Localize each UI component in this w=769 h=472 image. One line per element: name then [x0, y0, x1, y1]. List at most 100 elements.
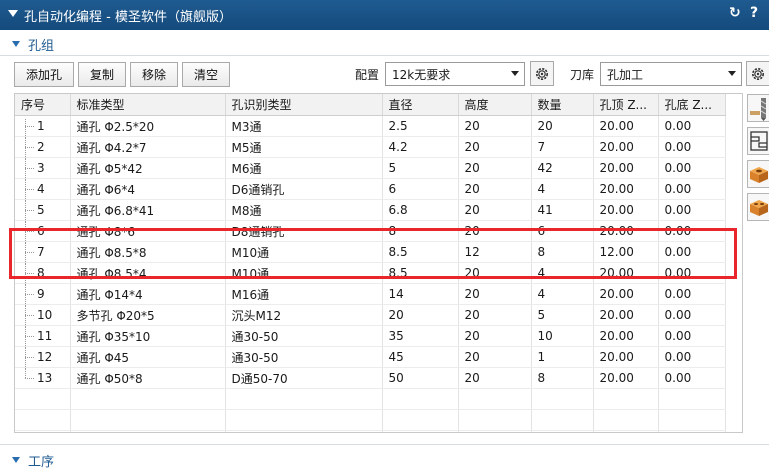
reset-icon[interactable]: ↻ [729, 5, 741, 21]
remove-button[interactable]: 移除 [130, 62, 178, 87]
table-cell[interactable]: 20.00 [593, 157, 659, 179]
table-cell[interactable]: 通30-50 [225, 325, 383, 347]
column-header[interactable]: 孔底 Z... [658, 94, 726, 116]
column-header[interactable]: 数量 [531, 94, 594, 116]
table-cell[interactable]: 0.00 [658, 199, 726, 221]
collapse-triangle-icon[interactable] [8, 10, 18, 17]
table-cell[interactable]: 0.00 [658, 325, 726, 347]
table-cell[interactable]: 20.00 [593, 136, 659, 158]
column-header[interactable]: 直径 [382, 94, 459, 116]
table-cell[interactable]: M5通 [225, 136, 383, 158]
table-cell[interactable]: 通30-50 [225, 346, 383, 368]
table-cell[interactable]: 通孔 Φ8.5*8 [70, 241, 226, 263]
config-select[interactable]: 12k无要求 [385, 62, 525, 86]
copy-button[interactable]: 复制 [78, 62, 126, 87]
table-cell[interactable]: 20 [458, 262, 532, 284]
row-index-cell[interactable]: 2 [15, 136, 71, 158]
table-cell[interactable]: 通孔 Φ2.5*20 [70, 115, 226, 137]
column-header[interactable]: 孔识别类型 [225, 94, 383, 116]
table-cell[interactable]: 20 [458, 367, 532, 389]
row-index-cell[interactable]: 11 [15, 325, 71, 347]
table-cell[interactable]: 6.8 [382, 199, 459, 221]
expand-triangle-icon[interactable] [12, 457, 20, 463]
table-cell[interactable]: 20 [531, 115, 594, 137]
table-row[interactable]: 2 通孔 Φ4.2*7 M5通 4.2 20 7 20.00 0.00 [15, 136, 726, 158]
expand-triangle-icon[interactable] [12, 41, 20, 47]
hole-table[interactable]: 序号 标准类型 孔识别类型 直径 高度 数量 孔顶 Z... 孔底 Z... 1 通孔 Φ2.5… [14, 93, 743, 433]
table-cell[interactable]: 20.00 [593, 367, 659, 389]
row-index-cell[interactable]: 9 [15, 283, 71, 305]
table-row[interactable]: 1 通孔 Φ2.5*20 M3通 2.5 20 20 20.00 0.00 [15, 115, 726, 137]
table-cell[interactable]: 45 [382, 346, 459, 368]
table-cell[interactable]: 8 [531, 241, 594, 263]
table-cell[interactable]: 20 [458, 283, 532, 305]
table-cell[interactable]: 8.5 [382, 262, 459, 284]
table-cell[interactable]: 20.00 [593, 199, 659, 221]
table-cell[interactable]: 12 [458, 241, 532, 263]
row-index-cell[interactable]: 4 [15, 178, 71, 200]
table-cell[interactable]: 20 [458, 304, 532, 326]
tool-library-settings-button[interactable] [746, 61, 769, 86]
table-cell[interactable]: 0.00 [658, 241, 726, 263]
column-header[interactable]: 高度 [458, 94, 532, 116]
column-header[interactable]: 孔顶 Z... [593, 94, 659, 116]
table-cell[interactable]: 7 [531, 136, 594, 158]
section-hole-group[interactable]: 孔组 [0, 32, 769, 56]
tool-library-select[interactable]: 孔加工 [600, 62, 742, 86]
table-cell[interactable]: 0.00 [658, 262, 726, 284]
table-cell[interactable]: 1 [531, 346, 594, 368]
table-cell[interactable]: 8 [382, 220, 459, 242]
table-cell[interactable]: 42 [531, 157, 594, 179]
row-index-cell[interactable]: 1 [15, 115, 71, 137]
table-cell[interactable]: M6通 [225, 157, 383, 179]
table-cell[interactable]: 6 [382, 178, 459, 200]
table-cell[interactable]: 通孔 Φ50*8 [70, 367, 226, 389]
side-tool-drill[interactable] [747, 94, 769, 122]
table-row[interactable]: 6 通孔 Φ8*6 D8通销孔 8 20 6 20.00 0.00 [15, 220, 726, 242]
table-cell[interactable]: 20 [458, 325, 532, 347]
row-index-cell[interactable]: 5 [15, 199, 71, 221]
table-cell[interactable]: 0.00 [658, 220, 726, 242]
table-cell[interactable]: 4 [531, 283, 594, 305]
row-index-cell[interactable]: 7 [15, 241, 71, 263]
table-cell[interactable]: 通孔 Φ8.5*4 [70, 262, 226, 284]
config-settings-button[interactable] [530, 61, 554, 86]
table-cell[interactable]: 20.00 [593, 346, 659, 368]
table-cell[interactable]: 4 [531, 178, 594, 200]
table-cell[interactable]: 通孔 Φ8*6 [70, 220, 226, 242]
table-cell[interactable]: 20 [458, 115, 532, 137]
table-row[interactable]: 10 多节孔 Φ20*5 沉头M12 20 20 5 20.00 0.00 [15, 304, 726, 326]
table-cell[interactable]: 多节孔 Φ20*5 [70, 304, 226, 326]
table-cell[interactable]: 4.2 [382, 136, 459, 158]
row-index-cell[interactable]: 6 [15, 220, 71, 242]
table-cell[interactable]: 20 [458, 346, 532, 368]
table-cell[interactable]: D通50-70 [225, 367, 383, 389]
table-cell[interactable]: 0.00 [658, 178, 726, 200]
table-cell[interactable]: 0.00 [658, 136, 726, 158]
table-row[interactable]: 9 通孔 Φ14*4 M16通 14 20 4 20.00 0.00 [15, 283, 726, 305]
add-hole-button[interactable]: 添加孔 [14, 62, 74, 87]
table-cell[interactable]: 通孔 Φ5*42 [70, 157, 226, 179]
help-icon[interactable]: ? [750, 5, 758, 21]
table-cell[interactable]: 50 [382, 367, 459, 389]
table-row[interactable]: 12 通孔 Φ45 通30-50 45 20 1 20.00 0.00 [15, 346, 726, 368]
table-cell[interactable]: 20.00 [593, 262, 659, 284]
table-cell[interactable]: 通孔 Φ4.2*7 [70, 136, 226, 158]
table-cell[interactable]: M16通 [225, 283, 383, 305]
table-cell[interactable]: 0.00 [658, 346, 726, 368]
section-process[interactable]: 工序 [0, 448, 769, 472]
table-cell[interactable]: 2.5 [382, 115, 459, 137]
table-cell[interactable]: 20 [458, 157, 532, 179]
table-cell[interactable]: 0.00 [658, 115, 726, 137]
side-tool-block-pocket[interactable] [747, 193, 769, 221]
table-cell[interactable]: 5 [531, 304, 594, 326]
table-row[interactable]: 8 通孔 Φ8.5*4 M10通 8.5 20 4 20.00 0.00 [15, 262, 726, 284]
table-cell[interactable]: 20.00 [593, 220, 659, 242]
table-cell[interactable]: 0.00 [658, 157, 726, 179]
table-cell[interactable]: 4 [531, 262, 594, 284]
column-header[interactable]: 序号 [15, 94, 71, 116]
table-cell[interactable]: 6 [531, 220, 594, 242]
row-index-cell[interactable]: 13 [15, 367, 71, 389]
side-tool-pattern[interactable] [747, 127, 769, 155]
table-cell[interactable]: 0.00 [658, 304, 726, 326]
